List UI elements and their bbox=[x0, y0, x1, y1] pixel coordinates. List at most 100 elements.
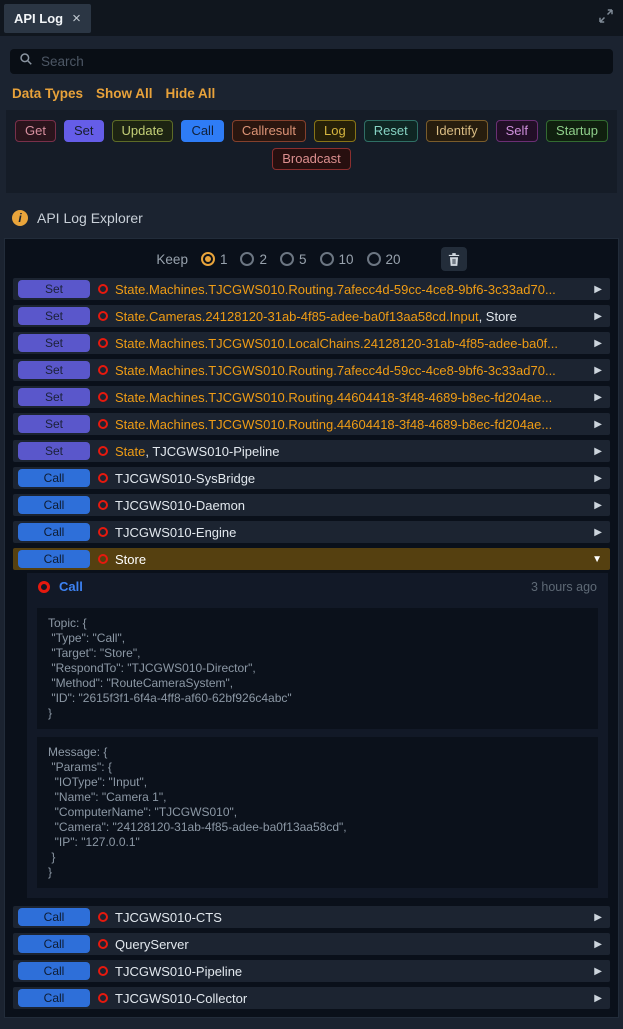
expand-icon[interactable]: ▶ bbox=[594, 993, 602, 1004]
filter-button-call[interactable]: Call bbox=[181, 120, 223, 142]
radio-icon[interactable] bbox=[280, 252, 294, 266]
show-all-link[interactable]: Show All bbox=[96, 86, 153, 101]
row-type-button[interactable]: Set bbox=[18, 334, 90, 352]
title-bar: API Log × bbox=[0, 0, 623, 36]
red-ring-icon bbox=[98, 446, 108, 456]
row-type-button[interactable]: Call bbox=[18, 469, 90, 487]
log-row[interactable]: Call TJCGWS010-Collector ▶ bbox=[13, 987, 610, 1009]
expand-icon[interactable]: ▶ bbox=[594, 939, 602, 950]
expand-icon[interactable]: ▶ bbox=[594, 311, 602, 322]
row-type-button[interactable]: Set bbox=[18, 280, 90, 298]
expand-icon[interactable]: ▶ bbox=[594, 527, 602, 538]
radio-icon[interactable] bbox=[320, 252, 334, 266]
data-types-link[interactable]: Data Types bbox=[12, 86, 83, 101]
keep-radio-10[interactable]: 10 bbox=[320, 252, 354, 267]
row-type-button[interactable]: Call bbox=[18, 496, 90, 514]
expand-icon[interactable]: ▶ bbox=[594, 446, 602, 457]
log-row[interactable]: CallTJCGWS010-SysBridge▶ bbox=[13, 467, 610, 489]
filter-button-reset[interactable]: Reset bbox=[364, 120, 418, 142]
row-type-button[interactable]: Call bbox=[18, 908, 90, 926]
expand-icon[interactable]: ▶ bbox=[594, 419, 602, 430]
row-type-button[interactable]: Set bbox=[18, 307, 90, 325]
trash-button[interactable] bbox=[441, 247, 467, 271]
expand-icon[interactable]: ▶ bbox=[594, 966, 602, 977]
expand-icon[interactable]: ▶ bbox=[594, 500, 602, 511]
row-label: State, TJCGWS010-Pipeline bbox=[115, 444, 588, 459]
resize-diagonal-icon[interactable] bbox=[599, 9, 613, 28]
log-row[interactable]: CallQueryServer▶ bbox=[13, 933, 610, 955]
message-json: Message: { "Params": { "IOType": "Input"… bbox=[37, 737, 598, 888]
row-type-button[interactable]: Call bbox=[18, 962, 90, 980]
log-explorer-panel: Keep 1251020 SetState.Machines.TJCGWS010… bbox=[4, 238, 619, 1018]
expand-icon[interactable]: ▶ bbox=[594, 473, 602, 484]
log-row[interactable]: SetState.Machines.TJCGWS010.LocalChains.… bbox=[13, 332, 610, 354]
row-label: State.Cameras.24128120-31ab-4f85-adee-ba… bbox=[115, 309, 588, 324]
filter-button-startup[interactable]: Startup bbox=[546, 120, 608, 142]
filter-button-callresult[interactable]: Callresult bbox=[232, 120, 306, 142]
log-row[interactable]: Set State, TJCGWS010-Pipeline ▶ bbox=[13, 440, 610, 462]
log-row[interactable]: SetState.Machines.TJCGWS010.Routing.4460… bbox=[13, 413, 610, 435]
filter-button-update[interactable]: Update bbox=[112, 120, 174, 142]
search-input[interactable] bbox=[41, 54, 604, 69]
row-label-part: TJCGWS010-CTS bbox=[115, 910, 222, 925]
keep-radio-1[interactable]: 1 bbox=[201, 252, 228, 267]
detail-panel: Call 3 hours ago Topic: { "Type": "Call"… bbox=[27, 573, 608, 898]
row-label-part: Store bbox=[115, 552, 146, 567]
log-row[interactable]: Call TJCGWS010-Engine ▶ bbox=[13, 521, 610, 543]
keep-value-label: 2 bbox=[259, 252, 267, 267]
keep-radio-20[interactable]: 20 bbox=[367, 252, 401, 267]
search-bar[interactable] bbox=[10, 49, 613, 74]
expand-icon[interactable]: ▶ bbox=[594, 912, 602, 923]
red-ring-icon bbox=[98, 284, 108, 294]
hide-all-link[interactable]: Hide All bbox=[166, 86, 216, 101]
filter-button-broadcast[interactable]: Broadcast bbox=[272, 148, 351, 170]
explorer-header: i API Log Explorer bbox=[12, 210, 623, 226]
log-row[interactable]: CallTJCGWS010-Pipeline▶ bbox=[13, 960, 610, 982]
filter-links: Data Types Show All Hide All bbox=[12, 86, 611, 101]
red-ring-icon bbox=[98, 993, 108, 1003]
expand-icon[interactable]: ▶ bbox=[594, 365, 602, 376]
keep-radio-5[interactable]: 5 bbox=[280, 252, 307, 267]
row-type-button[interactable]: Set bbox=[18, 361, 90, 379]
row-label-part: TJCGWS010-Collector bbox=[115, 991, 247, 1006]
row-type-button[interactable]: Set bbox=[18, 415, 90, 433]
row-type-button[interactable]: Call bbox=[18, 935, 90, 953]
radio-icon[interactable] bbox=[201, 252, 215, 266]
keep-value-label: 5 bbox=[299, 252, 307, 267]
row-label-part: , Store bbox=[479, 309, 517, 324]
collapse-icon[interactable]: ▼ bbox=[592, 554, 602, 565]
red-ring-icon bbox=[98, 338, 108, 348]
expand-icon[interactable]: ▶ bbox=[594, 392, 602, 403]
tab-api-log[interactable]: API Log × bbox=[4, 4, 91, 33]
row-type-button[interactable]: Call bbox=[18, 523, 90, 541]
row-type-button[interactable]: Call bbox=[18, 989, 90, 1007]
row-type-button[interactable]: Call bbox=[18, 550, 90, 568]
detail-timestamp: 3 hours ago bbox=[531, 580, 597, 594]
row-type-button[interactable]: Set bbox=[18, 388, 90, 406]
filter-button-identify[interactable]: Identify bbox=[426, 120, 488, 142]
radio-icon[interactable] bbox=[240, 252, 254, 266]
log-row[interactable]: Call Store ▼ bbox=[13, 548, 610, 570]
filter-button-log[interactable]: Log bbox=[314, 120, 356, 142]
row-type-button[interactable]: Set bbox=[18, 442, 90, 460]
log-row[interactable]: CallTJCGWS010-Daemon▶ bbox=[13, 494, 610, 516]
log-row[interactable]: SetState.Machines.TJCGWS010.Routing.7afe… bbox=[13, 359, 610, 381]
close-icon[interactable]: × bbox=[72, 10, 81, 27]
keep-radio-2[interactable]: 2 bbox=[240, 252, 267, 267]
expand-icon[interactable]: ▶ bbox=[594, 338, 602, 349]
log-row[interactable]: SetState.Machines.TJCGWS010.Routing.7afe… bbox=[13, 278, 610, 300]
detail-type-label: Call bbox=[59, 579, 83, 594]
filter-button-self[interactable]: Self bbox=[496, 120, 538, 142]
filter-button-set[interactable]: Set bbox=[64, 120, 104, 142]
row-label-part: TJCGWS010-Engine bbox=[115, 525, 236, 540]
filter-button-get[interactable]: Get bbox=[15, 120, 56, 142]
log-row[interactable]: Call TJCGWS010-CTS ▶ bbox=[13, 906, 610, 928]
row-label-part: State bbox=[115, 444, 145, 459]
search-icon bbox=[19, 52, 33, 71]
topic-json: Topic: { "Type": "Call", "Target": "Stor… bbox=[37, 608, 598, 729]
explorer-title: API Log Explorer bbox=[37, 210, 143, 226]
log-row[interactable]: SetState.Machines.TJCGWS010.Routing.4460… bbox=[13, 386, 610, 408]
expand-icon[interactable]: ▶ bbox=[594, 284, 602, 295]
log-row[interactable]: Set State.Cameras.24128120-31ab-4f85-adee… bbox=[13, 305, 610, 327]
radio-icon[interactable] bbox=[367, 252, 381, 266]
